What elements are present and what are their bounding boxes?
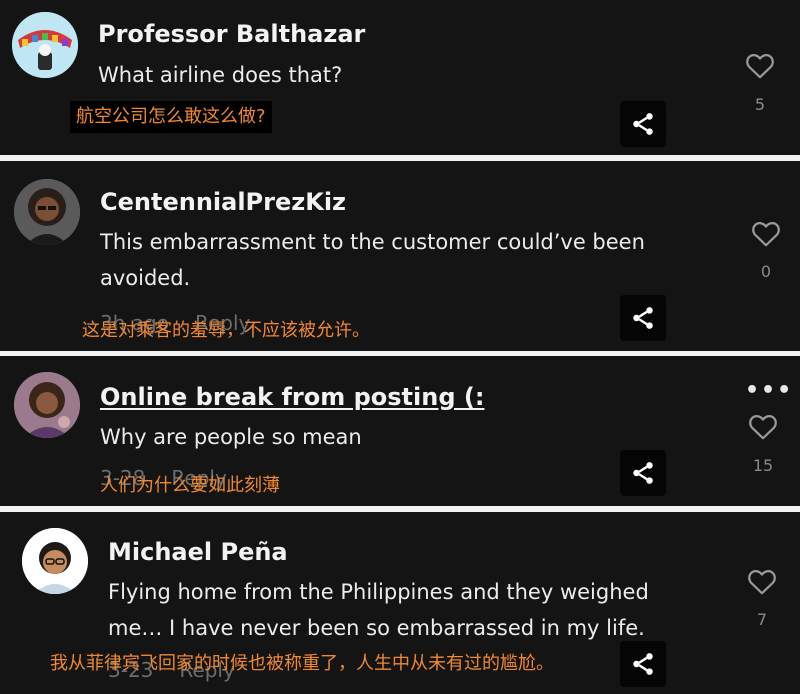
- share-icon: [633, 307, 653, 329]
- like-count: 0: [760, 262, 772, 281]
- comment-username[interactable]: Online break from posting (:: [100, 383, 484, 411]
- subtitle-caption: 人们为什么要如此刻薄: [100, 475, 280, 496]
- like-count: 15: [752, 456, 774, 475]
- comment-text: Flying home from the Philippines and the…: [108, 580, 649, 604]
- heart-icon: [749, 415, 777, 440]
- heart-icon: [746, 54, 774, 79]
- more-options-icon[interactable]: •••: [745, 378, 793, 403]
- share-icon: [633, 113, 653, 135]
- like-button[interactable]: [748, 413, 778, 441]
- subtitle-caption: 这是对乘客的羞辱，不应该被允许。: [82, 320, 370, 341]
- heart-icon: [752, 222, 780, 247]
- like-button[interactable]: [745, 52, 775, 80]
- comment-text: This embarrassment to the customer could…: [100, 230, 645, 254]
- user-photo-icon[interactable]: [14, 372, 80, 438]
- share-button[interactable]: [620, 295, 666, 341]
- user-photo-icon[interactable]: [14, 179, 80, 245]
- comment-card: Online break from posting (: Why are peo…: [0, 356, 800, 506]
- share-button[interactable]: [620, 450, 666, 496]
- share-icon: [633, 653, 653, 675]
- heart-icon: [748, 570, 776, 595]
- comment-text: avoided.: [100, 266, 191, 290]
- share-button[interactable]: [620, 101, 666, 147]
- comment-username[interactable]: Professor Balthazar: [98, 20, 365, 48]
- comment-card: Michael Peña Flying home from the Philip…: [0, 512, 800, 694]
- comment-username[interactable]: CentennialPrezKiz: [100, 188, 346, 216]
- cartoon-avatar-icon[interactable]: [12, 12, 78, 78]
- like-button[interactable]: [747, 568, 777, 596]
- like-count: 5: [754, 95, 766, 114]
- user-photo-icon[interactable]: [22, 528, 88, 594]
- subtitle-caption: 航空公司怎么敢这么做?: [70, 101, 272, 133]
- comment-card: CentennialPrezKiz This embarrassment to …: [0, 161, 800, 351]
- like-button[interactable]: [751, 220, 781, 248]
- comment-username[interactable]: Michael Peña: [108, 538, 288, 566]
- comment-text: me… I have never been so embarrassed in …: [108, 616, 645, 640]
- like-count: 7: [756, 610, 768, 629]
- share-button[interactable]: [620, 641, 666, 687]
- share-icon: [633, 462, 653, 484]
- comment-card: Professor Balthazar What airline does th…: [0, 0, 800, 155]
- comment-text: What airline does that?: [98, 63, 343, 87]
- subtitle-caption: 我从菲律宾飞回家的时候也被称重了，人生中从未有过的尴尬。: [50, 653, 554, 674]
- comment-text: Why are people so mean: [100, 425, 362, 449]
